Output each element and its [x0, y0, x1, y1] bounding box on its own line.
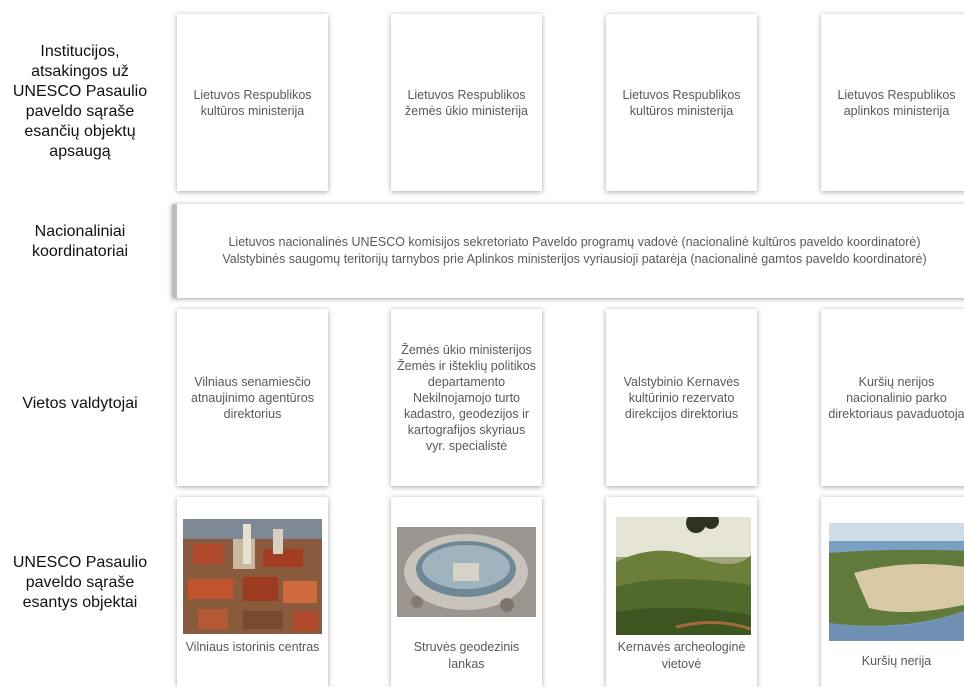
manager-name: Vilniaus senamiesčio atnaujinimo agentūr…	[191, 374, 314, 421]
site-card: Vilniaus istorinis centras	[177, 497, 328, 687]
site-card: Struvės geodezinis lankas	[391, 497, 542, 687]
row-label-managers: Vietos valdytojai	[22, 395, 138, 412]
row-label-coordinators: Nacionaliniai koordinatoriai	[31, 223, 129, 260]
struve-arc-photo	[397, 527, 536, 617]
coordinator-cultural: Lietuvos nacionalinės UNESCO komisijos s…	[228, 235, 921, 249]
manager-name: Žemės ūkio ministerijos Žemės ir ištekli…	[397, 342, 536, 453]
institution-name: Lietuvos Respublikos kultūros ministerij…	[622, 87, 741, 118]
manager-name: Kuršių nerijos nacionalinio parko direkt…	[828, 374, 964, 421]
curonian-spit-photo	[829, 523, 964, 641]
site-card: Kuršių nerija	[821, 497, 964, 687]
institution-card: Lietuvos Respublikos kultūros ministerij…	[177, 14, 328, 191]
row-label-institutions: Institucijos, atsakingos už UNESCO Pasau…	[12, 43, 148, 160]
institution-card: Lietuvos Respublikos kultūros ministerij…	[606, 14, 757, 191]
vilnius-old-town-photo	[183, 519, 322, 634]
institution-name: Lietuvos Respublikos žemės ūkio minister…	[405, 87, 528, 118]
manager-name: Valstybinio Kernavės kultūrinio rezervat…	[623, 374, 740, 421]
manager-card: Valstybinio Kernavės kultūrinio rezervat…	[606, 309, 757, 486]
institution-name: Lietuvos Respublikos aplinkos ministerij…	[837, 87, 956, 118]
site-name: Vilniaus istorinis centras	[185, 640, 320, 654]
site-name: Struvės geodezinis lankas	[413, 640, 520, 671]
institution-card: Lietuvos Respublikos aplinkos ministerij…	[821, 14, 964, 191]
manager-card: Žemės ūkio ministerijos Žemės ir ištekli…	[391, 309, 542, 486]
manager-card: Kuršių nerijos nacionalinio parko direkt…	[821, 309, 964, 486]
site-name: Kernavės archeologinė vietovė	[617, 640, 746, 671]
site-card: Kernavės archeologinė vietovė	[606, 497, 757, 687]
coordinators-banner: Lietuvos nacionalinės UNESCO komisijos s…	[172, 204, 964, 298]
coordinator-natural: Valstybinės saugomų teritorijų tarnybos …	[222, 252, 927, 266]
site-name: Kuršių nerija	[861, 654, 932, 668]
row-label-sites: UNESCO Pasaulio paveldo sąraše esantys o…	[12, 554, 148, 611]
manager-card: Vilniaus senamiesčio atnaujinimo agentūr…	[177, 309, 328, 486]
institution-name: Lietuvos Respublikos kultūros ministerij…	[193, 87, 312, 118]
kernave-photo	[616, 517, 751, 635]
institution-card: Lietuvos Respublikos žemės ūkio minister…	[391, 14, 542, 191]
